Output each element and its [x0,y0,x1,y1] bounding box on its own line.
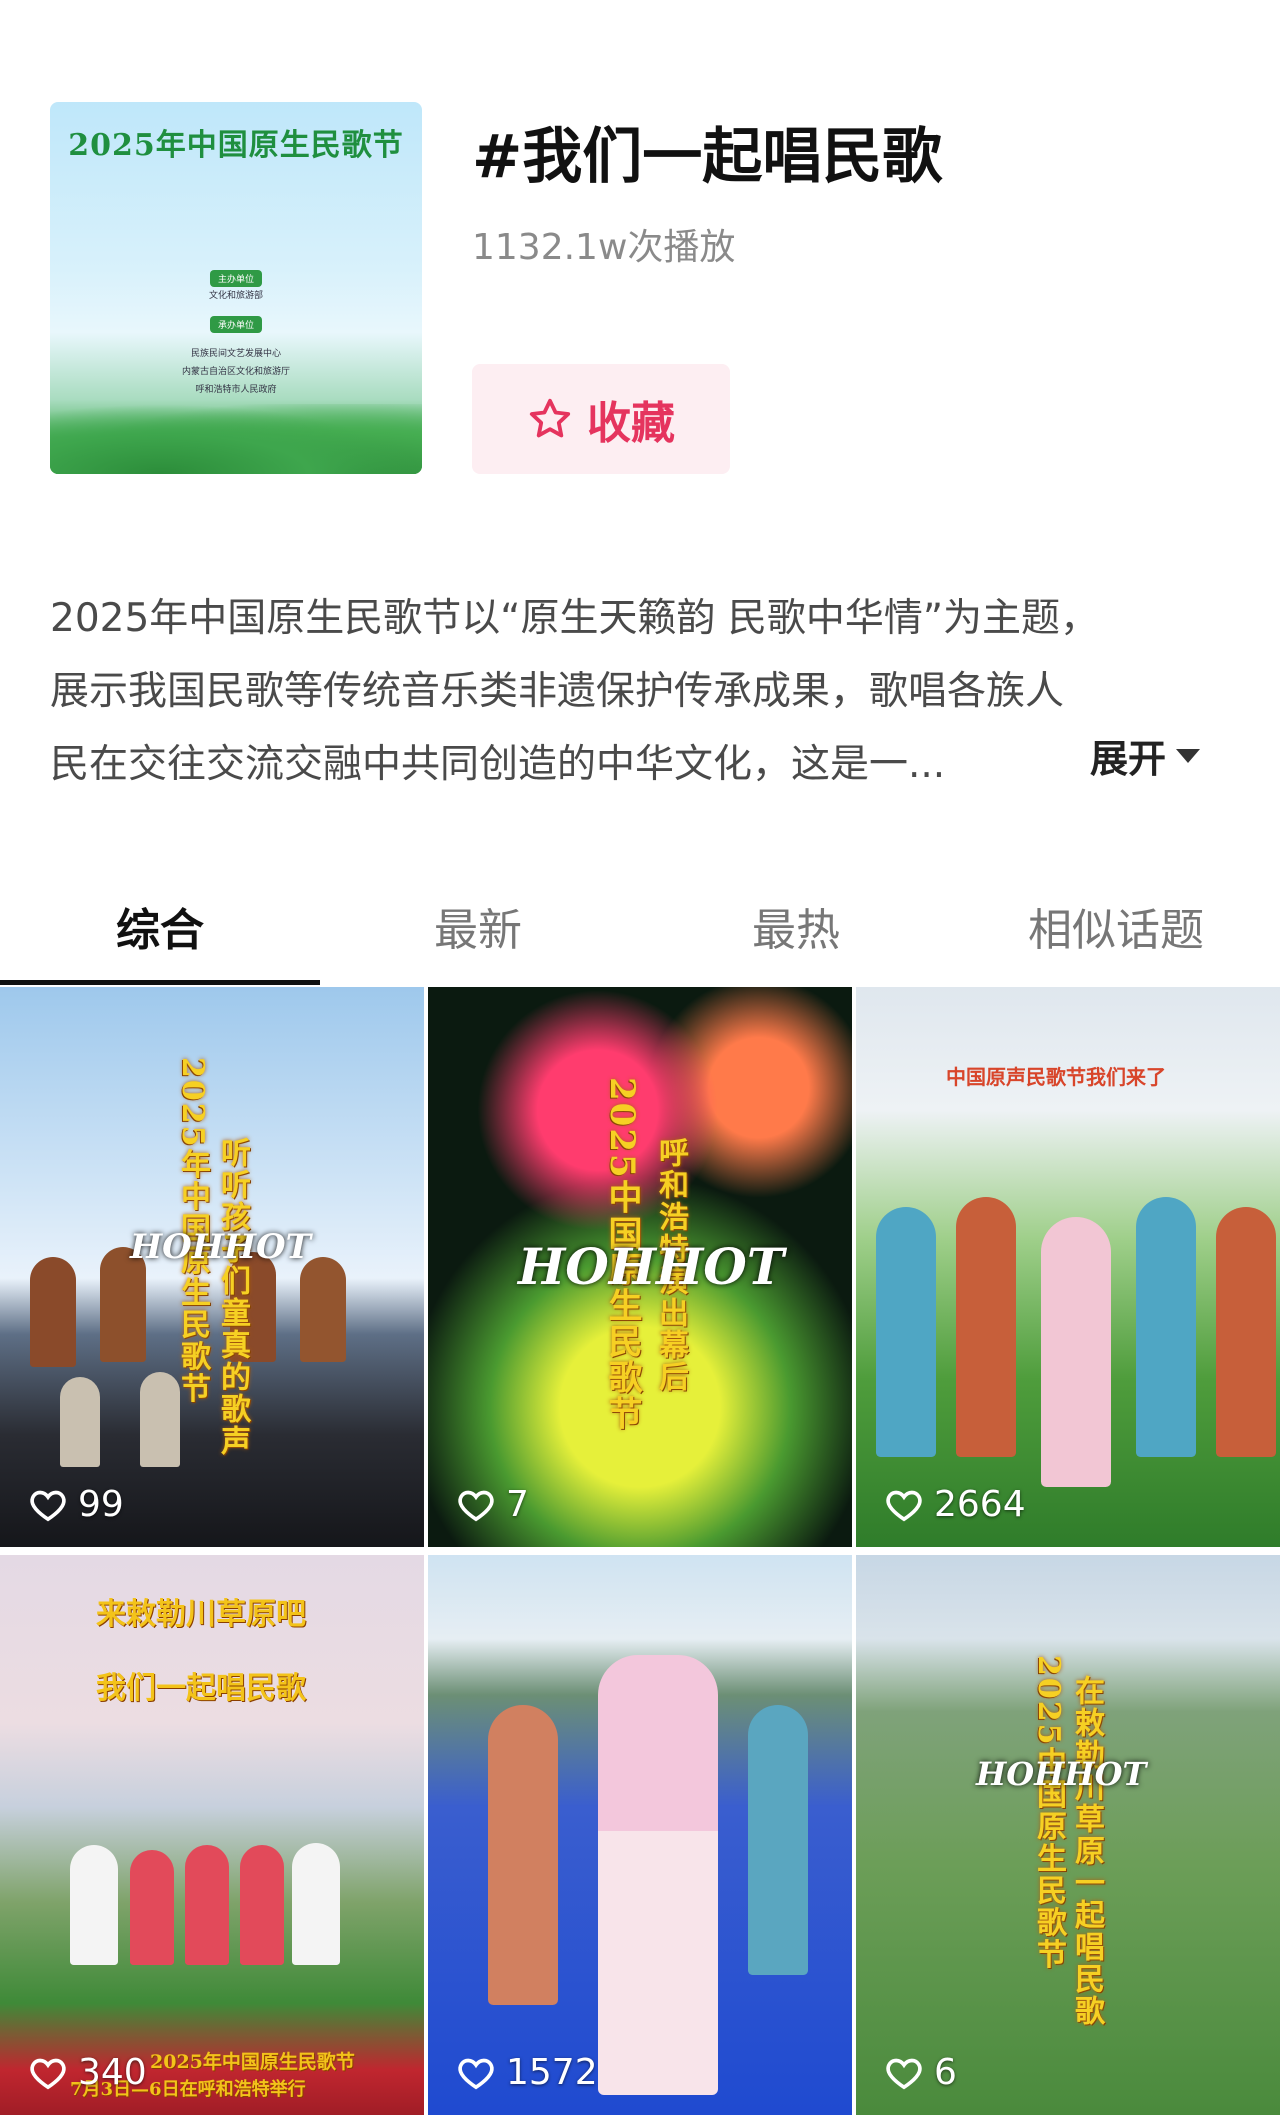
video-overlay-text: 听听孩子们童真的歌声 [215,1137,250,1457]
performer [300,1257,346,1362]
like-count-value: 99 [78,1484,124,1525]
tab-latest[interactable]: 最新 [434,894,522,958]
performer [292,1843,340,1965]
video-card[interactable]: 1572 [428,1555,852,2115]
tab-hottest[interactable]: 最热 [752,894,840,958]
like-count: 7 [456,1484,529,1525]
video-card[interactable]: 中国原声民歌节我们来了 2664 [856,987,1280,1547]
like-count-value: 340 [78,2052,147,2093]
like-count-value: 1572 [506,2052,598,2093]
video-overlay-text: 在敕勒川草原一起唱民歌 [1069,1675,1104,2027]
performer [1216,1207,1276,1457]
video-caption: 中国原声民歌节我们来了 [946,1065,1166,1089]
heart-icon [30,2058,66,2089]
tab-similar-topics[interactable]: 相似话题 [1028,894,1204,958]
cover-host-2: 内蒙古自治区文化和旅游厅 [181,367,290,377]
topic-cover-image: 2025年中国原生民歌节 主办单位 文化和旅游部 承办单位 民族民间文艺发展中心… [50,102,422,474]
tab-comprehensive[interactable]: 综合 [116,894,204,958]
cover-organizer: 文化和旅游部 [208,291,263,301]
active-tab-indicator [0,980,320,985]
video-card[interactable]: 2025中国原生民歌节 呼和浩特演出幕后 HOHHOT 7 [428,987,852,1547]
favorite-label: 收藏 [587,398,675,449]
cover-organizer-badge: 主办单位 [209,270,263,287]
cover-host-1: 民族民间文艺发展中心 [190,349,281,359]
description-line: 展示我国民歌等传统音乐类非遗保护传承成果，歌唱各族人 [50,669,1065,714]
description-line: 民在交往交流交融中共同创造的中华文化，这是一... [50,742,946,787]
performer [30,1257,76,1367]
performer [598,1655,718,2095]
video-footer-text: 2025年中国原生民歌节 [150,2051,355,2073]
video-caption: 来敕勒川草原吧 [96,1597,306,1632]
performer [956,1197,1016,1457]
star-icon [529,398,571,438]
hohhot-logo: HOHHOT [976,1755,1147,1793]
heart-icon [886,2058,922,2089]
video-card[interactable]: 2025中国原生民歌节 在敕勒川草原一起唱民歌 HOHHOT 6 [856,1555,1280,2115]
performer [748,1705,808,1975]
cover-grassland [50,404,422,474]
hohhot-logo: HOHHOT [518,1237,785,1296]
performer [240,1845,284,1965]
video-card[interactable]: 来敕勒川草原吧 我们一起唱民歌 2025年中国原生民歌节 7月3日—6日在呼和浩… [0,1555,424,2115]
performer [488,1705,558,2005]
heart-icon [458,1490,494,1521]
performer [70,1845,118,1965]
performer [1041,1217,1111,1487]
like-count-value: 7 [506,1484,529,1525]
favorite-button[interactable]: 收藏 [472,364,730,474]
play-count: 1132.1w次播放 [472,227,736,268]
heart-icon [886,1490,922,1521]
like-count-value: 2664 [934,1484,1026,1525]
like-count: 99 [28,1484,124,1525]
like-count: 2664 [884,1484,1026,1525]
like-count: 340 [28,2052,147,2093]
expand-button[interactable]: 展开 [1090,728,1201,783]
cover-title: 2025年中国原生民歌节 [68,128,404,163]
like-count-value: 6 [934,2052,957,2093]
tab-bar: 综合 最新 最热 相似话题 [0,880,1280,980]
like-count: 6 [884,2052,957,2093]
topic-description: 2025年中国原生民歌节以“原生天籁韵 民歌中华情”为主题， 展示我国民歌等传统… [50,582,1210,801]
cover-host-badge: 承办单位 [209,316,263,333]
cover-host-3: 呼和浩特市人民政府 [195,385,277,395]
heart-icon [30,1490,66,1521]
hohhot-logo: HOHHOT [130,1227,311,1267]
performer [60,1377,100,1467]
performer [130,1850,174,1965]
expand-label: 展开 [1090,737,1167,781]
like-count: 1572 [456,2052,598,2093]
video-caption: 我们一起唱民歌 [96,1671,306,1706]
description-line: 2025年中国原生民歌节以“原生天籁韵 民歌中华情”为主题， [50,596,1100,641]
performer [876,1207,936,1457]
video-card[interactable]: 2025年中国原生民歌节 听听孩子们童真的歌声 HOHHOT 99 [0,987,424,1547]
performer [185,1845,229,1965]
topic-title: #我们一起唱民歌 [472,122,943,192]
performer [1136,1197,1196,1457]
caret-down-icon [1176,748,1201,763]
heart-icon [458,2058,494,2089]
